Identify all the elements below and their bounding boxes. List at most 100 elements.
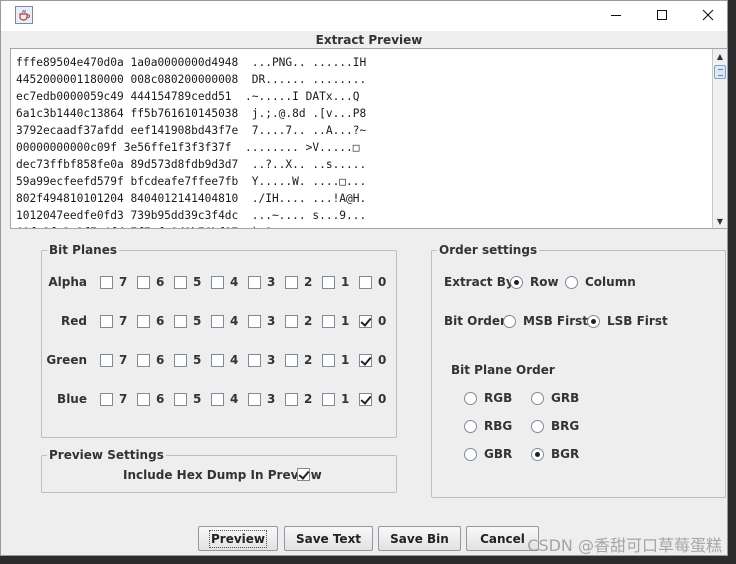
checkbox-box[interactable]	[322, 353, 335, 367]
plane-order-gbr-radio-circle[interactable]	[464, 447, 477, 461]
bit-plane-green-7-checkbox[interactable]: 7	[100, 353, 127, 367]
scroll-down-arrow-icon[interactable]: ▼	[713, 214, 727, 228]
bit-plane-green-4-checkbox[interactable]: 4	[211, 353, 238, 367]
bit-plane-blue-3-checkbox[interactable]: 3	[248, 392, 275, 406]
bit-plane-green-1-checkbox[interactable]: 1	[322, 353, 349, 367]
plane-order-bgr-radio[interactable]: BGR	[531, 447, 579, 461]
bit-plane-red-6-checkbox[interactable]: 6	[137, 314, 164, 328]
bit-plane-blue-7-checkbox[interactable]: 7	[100, 392, 127, 406]
plane-order-grb-radio-circle[interactable]	[531, 391, 544, 405]
checkbox-box[interactable]	[359, 392, 372, 406]
scroll-up-arrow-icon[interactable]: ▲	[713, 49, 727, 63]
checkbox-box[interactable]	[359, 275, 372, 289]
checkbox-box[interactable]	[137, 275, 150, 289]
preview-scrollbar[interactable]: ▲ ▼	[712, 49, 727, 228]
bit-plane-green-3-checkbox[interactable]: 3	[248, 353, 275, 367]
bit-plane-alpha-7-checkbox[interactable]: 7	[100, 275, 127, 289]
bit-plane-red-7-checkbox[interactable]: 7	[100, 314, 127, 328]
bit-plane-red-5-checkbox[interactable]: 5	[174, 314, 201, 328]
maximize-button[interactable]	[639, 1, 685, 31]
checkbox-box[interactable]	[322, 314, 335, 328]
bit-order-lsb-radio[interactable]: LSB First	[587, 314, 668, 328]
bit-plane-alpha-1-checkbox[interactable]: 1	[322, 275, 349, 289]
include-hex-dump-checkbox[interactable]	[297, 468, 310, 481]
bit-order-msb-radio-circle[interactable]	[503, 314, 516, 328]
bit-plane-blue-2-checkbox[interactable]: 2	[285, 392, 312, 406]
bit-plane-red-2-checkbox[interactable]: 2	[285, 314, 312, 328]
checkbox-box[interactable]	[137, 392, 150, 406]
bit-plane-green-2-checkbox[interactable]: 2	[285, 353, 312, 367]
checkbox-box[interactable]	[174, 314, 187, 328]
bit-plane-alpha-3-checkbox[interactable]: 3	[248, 275, 275, 289]
bit-plane-alpha-5-checkbox[interactable]: 5	[174, 275, 201, 289]
checkbox-box[interactable]	[174, 392, 187, 406]
checkbox-box[interactable]	[211, 275, 224, 289]
bit-plane-blue-0-checkbox[interactable]: 0	[359, 392, 386, 406]
plane-order-brg-radio[interactable]: BRG	[531, 419, 579, 433]
checkbox-box[interactable]	[174, 353, 187, 367]
checkbox-box[interactable]	[211, 392, 224, 406]
bit-plane-blue-1-checkbox[interactable]: 1	[322, 392, 349, 406]
checkbox-box[interactable]	[248, 353, 261, 367]
checkbox-box[interactable]	[285, 353, 298, 367]
plane-order-rbg-radio[interactable]: RBG	[464, 419, 512, 433]
checkbox-box[interactable]	[248, 314, 261, 328]
scrollbar-thumb[interactable]	[714, 65, 726, 79]
bit-plane-alpha-2-checkbox[interactable]: 2	[285, 275, 312, 289]
bit-plane-blue-4-checkbox[interactable]: 4	[211, 392, 238, 406]
save-bin-button[interactable]: Save Bin	[378, 526, 461, 551]
plane-order-brg-radio-circle[interactable]	[531, 419, 544, 433]
bit-order-msb-radio[interactable]: MSB First	[503, 314, 588, 328]
bit-plane-red-0-checkbox[interactable]: 0	[359, 314, 386, 328]
extract-by-column-radio[interactable]: Column	[565, 275, 636, 289]
hex-dump-line: 00000000000c09f 3e56ffe1f3f3f37f .......…	[16, 141, 360, 154]
bit-plane-green-0-checkbox[interactable]: 0	[359, 353, 386, 367]
checkbox-box[interactable]	[174, 275, 187, 289]
include-hex-dump-checkbox-box[interactable]	[297, 468, 310, 481]
checkbox-box[interactable]	[248, 275, 261, 289]
plane-order-gbr-radio[interactable]: GBR	[464, 447, 512, 461]
bit-plane-blue-5-checkbox[interactable]: 5	[174, 392, 201, 406]
checkbox-box[interactable]	[322, 275, 335, 289]
bit-plane-blue-6-checkbox[interactable]: 6	[137, 392, 164, 406]
checkbox-box[interactable]	[285, 392, 298, 406]
bit-plane-red-4-checkbox[interactable]: 4	[211, 314, 238, 328]
checkbox-box[interactable]	[359, 314, 372, 328]
bit-plane-red-1-checkbox[interactable]: 1	[322, 314, 349, 328]
plane-order-grb-radio[interactable]: GRB	[531, 391, 579, 405]
checkbox-box[interactable]	[211, 314, 224, 328]
minimize-button[interactable]	[593, 1, 639, 31]
bit-plane-alpha-6-checkbox[interactable]: 6	[137, 275, 164, 289]
checkbox-box[interactable]	[137, 314, 150, 328]
preview-button[interactable]: Preview	[198, 526, 278, 551]
checkbox-box[interactable]	[322, 392, 335, 406]
bit-plane-green-5-checkbox[interactable]: 5	[174, 353, 201, 367]
extract-by-row-radio-circle[interactable]	[510, 275, 523, 289]
hex-dump-line: dec73ffbf858fe0a 89d573d8fdb9d3d7 ..?..X…	[16, 158, 367, 171]
plane-order-rbg-radio-circle[interactable]	[464, 419, 477, 433]
plane-order-bgr-radio-circle[interactable]	[531, 447, 544, 461]
bit-plane-red-3-checkbox[interactable]: 3	[248, 314, 275, 328]
save-text-button[interactable]: Save Text	[284, 526, 373, 551]
checkbox-box[interactable]	[248, 392, 261, 406]
extract-preview-textarea[interactable]: fffe89504e470d0a 1a0a0000000d4948 ...PNG…	[10, 48, 728, 229]
bit-plane-green-6-checkbox[interactable]: 6	[137, 353, 164, 367]
bit-plane-alpha-4-checkbox[interactable]: 4	[211, 275, 238, 289]
checkbox-box[interactable]	[137, 353, 150, 367]
extract-by-column-radio-circle[interactable]	[565, 275, 578, 289]
extract-by-row-radio[interactable]: Row	[510, 275, 559, 289]
title-bar[interactable]	[1, 1, 727, 31]
checkbox-box[interactable]	[285, 275, 298, 289]
checkbox-box[interactable]	[359, 353, 372, 367]
plane-order-rgb-radio[interactable]: RGB	[464, 391, 512, 405]
checkbox-box[interactable]	[211, 353, 224, 367]
close-button[interactable]	[685, 1, 731, 31]
checkbox-box[interactable]	[100, 392, 113, 406]
checkbox-box[interactable]	[100, 314, 113, 328]
bit-plane-alpha-0-checkbox[interactable]: 0	[359, 275, 386, 289]
plane-order-rgb-radio-circle[interactable]	[464, 391, 477, 405]
bit-order-lsb-radio-circle[interactable]	[587, 314, 600, 328]
checkbox-box[interactable]	[100, 275, 113, 289]
checkbox-box[interactable]	[100, 353, 113, 367]
checkbox-box[interactable]	[285, 314, 298, 328]
